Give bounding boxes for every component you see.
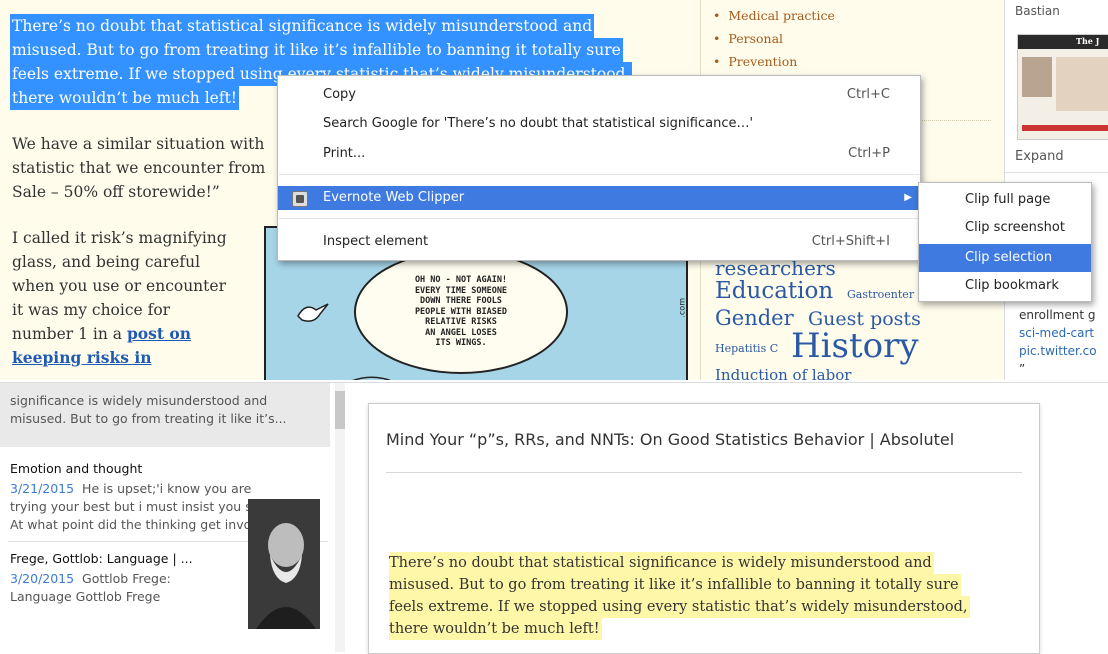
note-date: 3/20/2015: [10, 571, 75, 586]
note-title: Frege, Gottlob: Language | ...: [10, 551, 193, 566]
thumb-title: The J: [1076, 36, 1100, 46]
tag-link[interactable]: Gastroenter: [847, 288, 914, 301]
note-snippet: At what point did the thinking get invol…: [10, 517, 282, 532]
clipped-text-line[interactable]: misused. But to go from treating it like…: [389, 574, 961, 596]
tag-link[interactable]: Education: [715, 278, 833, 304]
thumb-image: [1056, 57, 1108, 111]
comic-credit: .com: [678, 298, 687, 318]
paragraph-text: number 1 in a: [12, 325, 122, 343]
divider: [1005, 172, 1108, 173]
scrollbar-thumb[interactable]: [335, 391, 345, 429]
menu-item-inspect-element[interactable]: Inspect element Ctrl+Shift+I: [278, 230, 920, 254]
clipped-text-line[interactable]: feels extreme. If we stopped using every…: [389, 596, 970, 618]
portrait-image: [248, 499, 320, 629]
selected-text-line[interactable]: there wouldn’t be much left!: [10, 86, 240, 110]
evernote-submenu: Clip full page Clip screenshot Clip sele…: [918, 182, 1092, 302]
speech-bubble: OH NO - NOT AGAIN! EVERY TIME SOMEONE DO…: [354, 250, 568, 374]
paragraph-line: statistic that we encounter from: [12, 159, 266, 177]
submenu-clip-full-page[interactable]: Clip full page: [919, 186, 1091, 214]
bird-icon: [297, 303, 329, 322]
context-menu: Copy Ctrl+C Search Google for 'There’s no…: [277, 75, 921, 261]
menu-item-copy[interactable]: Copy Ctrl+C: [278, 83, 920, 107]
tweet-link[interactable]: sci-med-cart: [1019, 326, 1094, 340]
paragraph-line: Sale – 50% off storewide!”: [12, 183, 220, 201]
clipped-text-line[interactable]: there wouldn’t be much left!: [389, 618, 602, 640]
tag-link[interactable]: History: [791, 326, 919, 366]
menu-separator: [279, 174, 919, 175]
profile-name: Bastian: [1015, 4, 1060, 18]
submenu-clip-selection[interactable]: Clip selection: [919, 244, 1091, 272]
article-link[interactable]: post on: [127, 324, 191, 343]
thumb-image: [1022, 57, 1052, 97]
note-editor[interactable]: Mind Your “p”s, RRs, and NNTs: On Good S…: [368, 403, 1040, 654]
divider: [386, 472, 1022, 473]
tag-link[interactable]: Hepatitis C: [715, 342, 778, 355]
note-title-field[interactable]: Mind Your “p”s, RRs, and NNTs: On Good S…: [386, 430, 1036, 449]
submenu-clip-screenshot[interactable]: Clip screenshot: [919, 214, 1091, 242]
tweet-text: ”: [1019, 362, 1026, 376]
menu-item-evernote-web-clipper[interactable]: Evernote Web Clipper ▶: [278, 186, 920, 210]
note-snippet: 3/20/2015 Gottlob Frege:: [10, 571, 171, 586]
note-snippet: trying your best but i must insist you s…: [10, 499, 281, 514]
page-thumbnail[interactable]: The J: [1017, 34, 1108, 140]
paragraph-line: number 1 in a post on: [12, 322, 191, 346]
tweet-link[interactable]: pic.twitter.co: [1019, 344, 1097, 358]
selected-text-line[interactable]: misused. But to go from treating it like…: [10, 38, 623, 62]
note-date: 3/21/2015: [10, 481, 75, 496]
submenu-clip-bookmark[interactable]: Clip bookmark: [919, 272, 1091, 300]
tag-link[interactable]: Gender: [715, 306, 794, 330]
list-item[interactable]: significance is widely misunderstood and…: [0, 383, 330, 447]
browser-page: There’s no doubt that statistical signif…: [0, 0, 1108, 380]
evernote-app: significance is widely misunderstood and…: [0, 382, 1108, 654]
paragraph-line: when you use or encounter: [12, 277, 226, 295]
note-title: Emotion and thought: [10, 461, 143, 476]
note-snippet: Language Gottlob Frege: [10, 589, 161, 604]
wing-icon: [352, 376, 391, 380]
note-snippet: significance is widely misunderstood and: [10, 393, 268, 408]
paragraph-line: it was my choice for: [12, 301, 171, 319]
category-link[interactable]: • Personal: [713, 31, 783, 46]
note-thumbnail: [248, 499, 320, 629]
menu-item-print[interactable]: Print... Ctrl+P: [278, 142, 920, 166]
evernote-icon: [292, 191, 308, 207]
expand-link[interactable]: Expand: [1015, 149, 1064, 164]
selected-text-line[interactable]: There’s no doubt that statistical signif…: [10, 14, 595, 38]
paragraph-line: I called it risk’s magnifying: [12, 229, 227, 247]
category-link[interactable]: • Prevention: [713, 54, 797, 69]
note-list: significance is widely misunderstood and…: [0, 383, 345, 652]
tag-link[interactable]: Induction of labor: [715, 366, 851, 380]
note-snippet: 3/21/2015 He is upset;'i know you are: [10, 481, 252, 496]
category-link[interactable]: • Medical practice: [713, 8, 835, 23]
tweet-text: enrollment g: [1019, 308, 1096, 322]
article-link[interactable]: keeping risks in: [12, 346, 152, 370]
submenu-arrow-icon: ▶: [904, 192, 912, 203]
menu-separator: [279, 218, 919, 219]
paragraph-line: glass, and being careful: [12, 253, 201, 271]
clipped-text-line[interactable]: There’s no doubt that statistical signif…: [389, 552, 934, 574]
paragraph-line: We have a similar situation with: [12, 135, 265, 153]
note-snippet: misused. But to go from treating it like…: [10, 411, 287, 426]
menu-item-search-google[interactable]: Search Google for 'There’s no doubt that…: [278, 112, 920, 136]
thumb-bar: [1022, 125, 1108, 131]
